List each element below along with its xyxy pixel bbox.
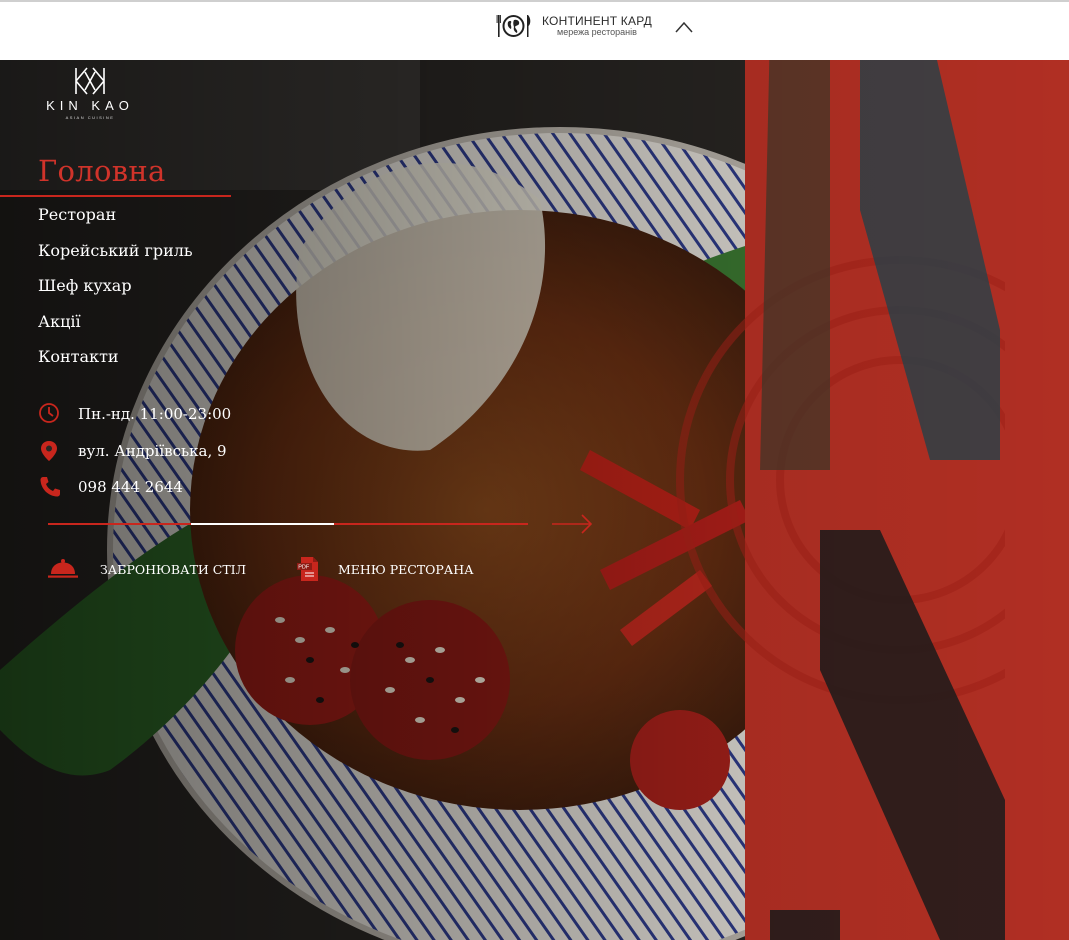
address: вул. Андріївська, 9 <box>78 442 227 460</box>
phone-icon <box>40 477 60 497</box>
nav-item-korean-grill[interactable]: Корейський гриль <box>38 240 193 276</box>
top-bar: КОНТИНЕНТ КАРД мережа ресторанів <box>0 0 1069 60</box>
nav-item-contacts[interactable]: Контакти <box>38 346 193 382</box>
main-nav: Ресторан Корейський гриль Шеф кухар Акці… <box>38 204 193 382</box>
nav-item-chef[interactable]: Шеф кухар <box>38 275 193 311</box>
slider-progress-active <box>190 523 334 525</box>
address-row: вул. Андріївська, 9 <box>38 439 298 463</box>
phone-number[interactable]: 098 444 2644 <box>78 478 183 496</box>
restaurant-menu-label: МЕНЮ РЕСТОРАНА <box>338 561 474 577</box>
book-table-label: ЗАБРОНЮВАТИ СТІЛ <box>100 561 247 577</box>
nav-item-home[interactable]: Головна <box>38 154 166 188</box>
hours-row: Пн.-нд. 11:00-23:00 <box>38 402 298 426</box>
nav-active-underline <box>0 195 231 197</box>
logo-tagline: ASIAN CUISINE <box>65 115 115 120</box>
nav-item-promotions[interactable]: Акції <box>38 311 193 347</box>
nav-item-restaurant[interactable]: Ресторан <box>38 204 193 240</box>
restaurant-menu-button[interactable]: PDF МЕНЮ РЕСТОРАНА <box>296 556 474 582</box>
site-logo[interactable]: KIN KAO ASIAN CUISINE <box>38 66 142 126</box>
network-brand[interactable]: КОНТИНЕНТ КАРД мережа ресторанів <box>496 12 652 40</box>
brand-name: КОНТИНЕНТ КАРД <box>542 14 652 28</box>
logo-wordmark: KIN KAO <box>46 98 134 113</box>
kinkao-monogram-icon <box>75 67 105 95</box>
location-pin-icon <box>41 441 57 461</box>
opening-hours: Пн.-нд. 11:00-23:00 <box>78 405 232 423</box>
arrow-right-icon[interactable] <box>552 513 594 535</box>
phone-row[interactable]: 098 444 2644 <box>38 475 298 499</box>
svg-text:PDF: PDF <box>298 565 310 571</box>
globe-fork-knife-icon <box>496 15 531 37</box>
pdf-file-icon: PDF <box>297 557 318 581</box>
cloche-icon <box>48 559 78 578</box>
brand-subtitle: мережа ресторанів <box>557 27 637 37</box>
book-table-button[interactable]: ЗАБРОНЮВАТИ СТІЛ <box>48 556 246 582</box>
slider-progress <box>48 523 528 525</box>
chevron-up-icon[interactable] <box>675 21 693 33</box>
clock-icon <box>39 403 59 423</box>
